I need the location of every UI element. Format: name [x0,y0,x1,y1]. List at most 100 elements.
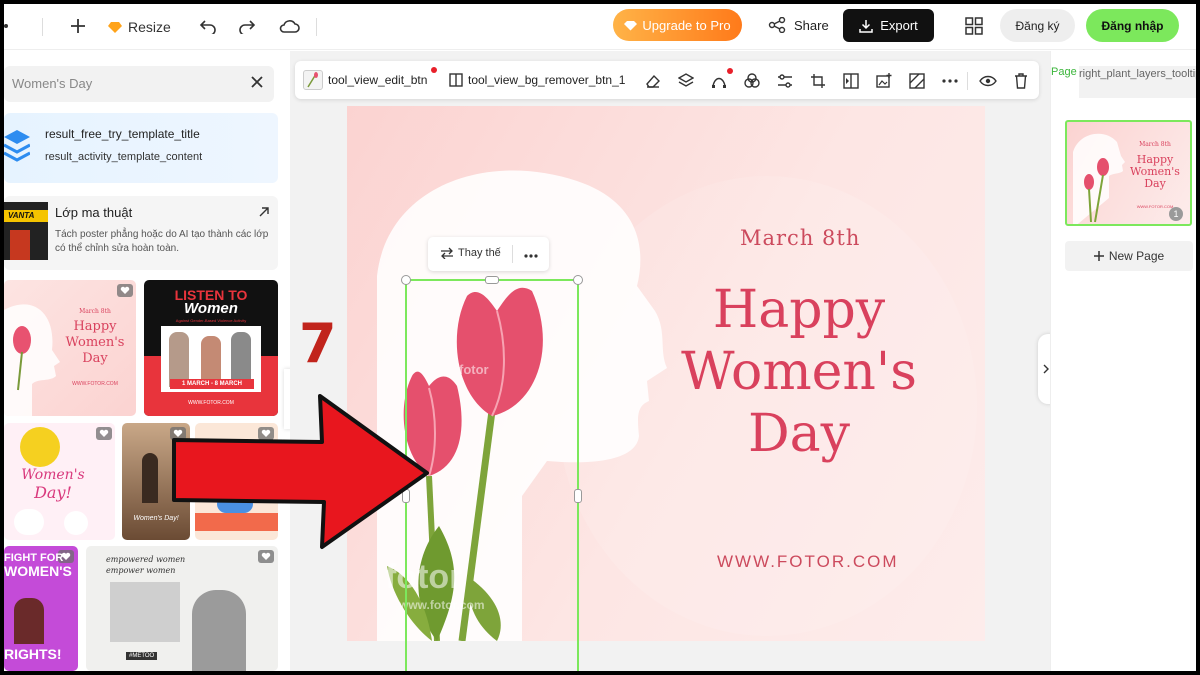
favorite-icon[interactable] [96,427,112,440]
top-bar: Resize Upgrade to Pro Share Export Đăng … [4,4,1196,50]
canvas-title-line-3[interactable]: Day [639,404,959,464]
template-text: #METOO [126,652,158,660]
transparency-icon[interactable] [908,72,926,90]
edit-label: tool_view_edit_btn [328,73,428,87]
tab-layers[interactable]: right_plant_layers_tooltip [1079,66,1196,98]
share-button[interactable]: Share [768,10,829,40]
canvas-title-line-1[interactable]: Happy [639,280,959,340]
bg-remover-label: tool_view_bg_remover_btn_1 [468,73,626,87]
favorite-icon[interactable] [258,550,274,563]
resize-handle[interactable] [574,489,582,503]
notification-dot [431,67,437,73]
element-float-menu: Thay thế [428,237,549,271]
resize-button[interactable]: Resize [108,14,171,40]
more-icon[interactable] [941,72,959,90]
export-button[interactable]: Export [843,9,934,42]
arrow-up-right-icon [259,206,269,220]
bg-remover-icon [449,73,463,87]
adjust-icon[interactable] [776,72,794,90]
favorite-icon[interactable] [117,284,133,297]
layers-icon [4,130,30,162]
replace-image-icon[interactable] [875,72,893,90]
template-text: March 8th [79,308,111,315]
template-text: WWW.FOTOR.COM [72,381,118,387]
replace-button[interactable]: Thay thế [440,247,501,259]
layers-icon[interactable] [677,72,695,90]
crop-icon[interactable] [809,72,827,90]
canvas-url-text[interactable]: WWW.FOTOR.COM [717,552,899,572]
share-icon [768,17,786,33]
app-window: Resize Upgrade to Pro Share Export Đăng … [4,4,1196,671]
search-input[interactable]: Women's Day [4,66,274,102]
flip-icon[interactable] [842,72,860,90]
resize-handle[interactable] [401,275,411,285]
template-text: 1 MARCH - 8 MARCH [170,379,254,389]
thumb-text: Day [1144,177,1166,190]
divider [316,18,317,36]
magic-layer-title: Lớp ma thuật [55,205,133,220]
template-text: Happy [73,319,117,334]
template-card-1[interactable]: March 8th Happy Women's Day WWW.FOTOR.CO… [4,280,136,416]
login-button[interactable]: Đăng nhập [1086,9,1179,42]
divider [42,18,43,36]
template-panel: Women's Day result_free_try_template_tit… [4,51,289,671]
template-card-6[interactable]: FIGHT FOR WOMEN'S RIGHTS! [4,546,78,671]
swap-icon [441,247,453,259]
export-label: Export [880,18,918,33]
template-text: Against Gender-Based Violence Activity [175,318,247,323]
apps-grid-icon[interactable] [964,16,984,36]
add-icon[interactable] [68,16,88,36]
magic-layer-thumbnail: VANTA [4,202,48,260]
curve-icon[interactable] [710,72,728,90]
new-page-button[interactable]: New Page [1065,241,1193,271]
free-try-banner[interactable]: result_free_try_template_title result_ac… [4,113,278,183]
eraser-icon[interactable] [644,72,662,90]
template-text: Women [184,300,238,317]
template-card-3[interactable]: Women's Day! [4,423,115,540]
replace-label: Thay thế [458,247,501,259]
template-text: empower women [106,566,176,575]
delete-icon[interactable] [1012,72,1030,90]
signup-button[interactable]: Đăng ký [1000,9,1075,42]
template-text: RIGHTS! [4,646,62,662]
resize-handle[interactable] [485,276,499,284]
template-text: Day! [34,483,72,502]
template-text: WOMEN'S [4,563,72,579]
annotation-step-number: 7 [299,312,337,375]
menu-icon[interactable] [4,17,12,37]
promo-title: result_free_try_template_title [45,127,200,141]
diamond-icon [624,20,638,30]
resize-handle[interactable] [573,275,583,285]
chevron-right-icon [1043,364,1049,374]
promo-content: result_activity_template_content [45,151,203,163]
canvas-title-line-2[interactable]: Women's [639,342,959,402]
visibility-icon[interactable] [979,72,997,90]
add-icon [1093,251,1104,261]
notification-dot [727,68,733,74]
thumb-text: March 8th [1139,141,1171,148]
template-text: Women's [65,335,125,350]
redo-icon[interactable] [237,16,257,36]
share-label: Share [794,17,829,33]
template-card-7[interactable]: empowered women empower women #METOO [86,546,278,671]
template-text: Day [82,351,108,366]
undo-icon[interactable] [198,16,218,36]
close-icon[interactable] [250,75,264,94]
bg-remover-button[interactable]: tool_view_bg_remover_btn_1 [449,61,625,99]
resize-label: Resize [128,19,171,35]
canvas-date-text[interactable]: March 8th [740,226,860,250]
upgrade-button[interactable]: Upgrade to Pro [613,9,742,41]
tab-page[interactable]: Page [1051,66,1077,78]
new-page-label: New Page [1108,249,1165,263]
template-text: empowered women [106,555,186,564]
diamond-icon [108,22,122,33]
blend-icon[interactable] [743,72,761,90]
thumbnail-text: VANTA [4,210,48,222]
cloud-save-icon[interactable] [278,16,300,36]
magic-layer-card[interactable]: VANTA Lớp ma thuật Tách poster phẳng hoặ… [4,196,278,270]
upgrade-label: Upgrade to Pro [642,17,731,33]
more-options-icon[interactable] [524,245,538,261]
annotation-arrow [172,394,429,549]
magic-layer-description: Tách poster phẳng hoặc do AI tạo thành c… [55,229,269,254]
edit-button[interactable]: tool_view_edit_btn [303,61,427,99]
